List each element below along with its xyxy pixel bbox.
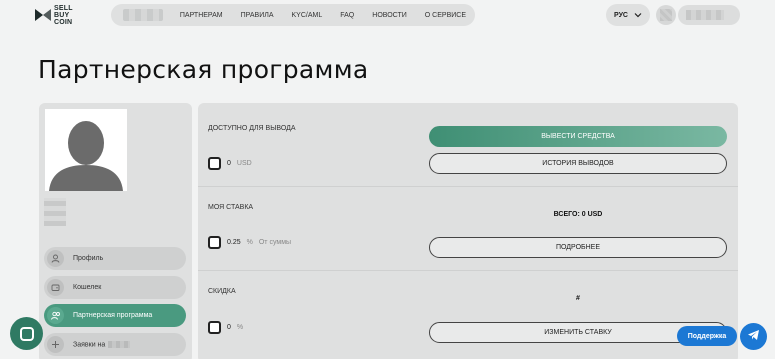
discount-value: 0 xyxy=(227,324,231,331)
partner-panel: ДОСТУПНО ДЛЯ ВЫВОДА 0 USD ВЫВЕСТИ СРЕДСТ… xyxy=(198,103,738,359)
nav-item-faq[interactable]: FAQ xyxy=(340,12,354,19)
top-nav: ПАРТНЕРАМ ПРАВИЛА KYC/AML FAQ НОВОСТИ О … xyxy=(111,4,475,26)
rate-total: ВСЕГО: 0 USD xyxy=(553,211,603,218)
sidebar-item-label: Кошелек xyxy=(73,284,102,291)
divider xyxy=(198,270,738,271)
rate-value-row: 0.25 % От суммы xyxy=(208,236,291,249)
nav-item-kyc[interactable]: KYC/AML xyxy=(292,12,323,19)
telegram-button[interactable] xyxy=(740,323,767,350)
discount-checkbox[interactable] xyxy=(208,321,221,334)
language-selector[interactable]: РУС xyxy=(606,4,650,26)
language-label: РУС xyxy=(614,11,628,19)
rate-label: МОЯ СТАВКА xyxy=(208,204,254,211)
available-unit: USD xyxy=(236,160,252,167)
sidebar-item-label: Заявки на xyxy=(73,340,131,348)
user-avatar[interactable] xyxy=(656,5,676,25)
chat-widget-button[interactable] xyxy=(10,317,43,350)
sidebar-item-label: Профиль xyxy=(73,255,104,262)
logo[interactable]: SELL BUY COIN xyxy=(34,3,88,27)
available-value-row: 0 USD xyxy=(208,157,252,170)
avatar xyxy=(45,109,127,191)
chat-icon xyxy=(19,326,34,341)
withdraw-button[interactable]: ВЫВЕСТИ СРЕДСТВА xyxy=(429,126,727,147)
nav-blurred-item[interactable] xyxy=(123,9,163,21)
withdrawal-history-button[interactable]: ИСТОРИЯ ВЫВОДОВ xyxy=(429,153,727,174)
plus-icon xyxy=(47,336,64,353)
user-name-blurred-block xyxy=(44,198,66,226)
discount-unit: % xyxy=(236,324,244,331)
users-icon xyxy=(47,307,64,324)
rate-value: 0.25 xyxy=(227,239,241,246)
sidebar-item-label: Партнерская программа xyxy=(73,312,153,319)
rate-checkbox[interactable] xyxy=(208,236,221,249)
available-label: ДОСТУПНО ДЛЯ ВЫВОДА xyxy=(208,125,296,132)
divider xyxy=(198,186,738,187)
available-checkbox[interactable] xyxy=(208,157,221,170)
sidebar-item-partner-program[interactable]: Партнерская программа xyxy=(44,304,186,327)
telegram-icon xyxy=(747,328,760,346)
user-icon xyxy=(47,250,64,267)
chevron-down-icon xyxy=(634,11,642,19)
sidebar-item-wallet[interactable]: Кошелек xyxy=(44,276,186,299)
sidebar-item-profile[interactable]: Профиль xyxy=(44,247,186,270)
page-title: Партнерская программа xyxy=(38,55,369,84)
logo-text: SELL BUY COIN xyxy=(54,4,73,26)
rate-unit: % xyxy=(246,239,253,246)
nav-item-about[interactable]: О СЕРВИСЕ xyxy=(425,12,466,19)
rate-details-button[interactable]: ПОДРОБНЕЕ xyxy=(429,237,727,258)
nav-item-partners[interactable]: ПАРТНЕРАМ xyxy=(180,12,223,19)
nav-item-news[interactable]: НОВОСТИ xyxy=(372,12,407,19)
available-value: 0 xyxy=(227,160,231,167)
support-button[interactable]: Поддержка xyxy=(677,326,737,346)
profile-sidebar: Профиль Кошелек Партнерская программа За… xyxy=(39,103,192,359)
logo-mark-icon xyxy=(34,6,52,24)
discount-hash: # xyxy=(576,295,580,302)
wallet-icon xyxy=(47,279,64,296)
user-name-blurred[interactable] xyxy=(678,5,740,25)
sidebar-item-requests[interactable]: Заявки на xyxy=(44,333,186,356)
discount-label: СКИДКА xyxy=(208,288,236,295)
discount-value-row: 0 % xyxy=(208,321,243,334)
nav-item-rules[interactable]: ПРАВИЛА xyxy=(241,12,274,19)
rate-unit-note: От суммы xyxy=(258,239,292,246)
